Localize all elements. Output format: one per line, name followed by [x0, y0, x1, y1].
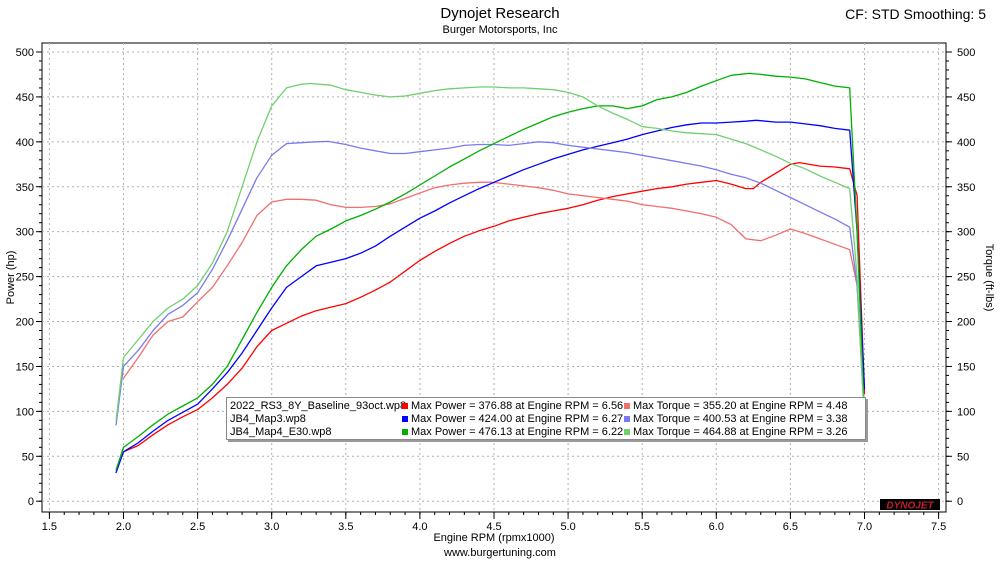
legend-file-name: JB4_Map4_E30.wp8 [230, 426, 332, 438]
y2-axis-label: Torque (ft-lbs) [983, 244, 995, 312]
legend-max-power: Max Power = 476.13 at Engine RPM = 6.22 [411, 426, 624, 438]
y2-tick-label: 450 [957, 92, 975, 104]
y-tick-label: 450 [16, 92, 34, 104]
x-tick-label: 1.5 [42, 521, 57, 533]
dynojet-logo: DYNOJET [880, 499, 940, 512]
y-axis-label: Power (hp) [5, 251, 17, 305]
legend-power-swatch [402, 429, 408, 435]
legend-max-torque: Max Torque = 400.53 at Engine RPM = 3.38 [633, 413, 848, 425]
y2-tick-label: 150 [957, 361, 975, 373]
legend-torque-swatch [624, 429, 630, 435]
y-tick-label: 200 [16, 317, 34, 329]
x-tick-label: 6.5 [783, 521, 798, 533]
y2-tick-label: 250 [957, 272, 975, 284]
y-tick-label: 150 [16, 361, 34, 373]
legend-file-name: 2022_RS3_8Y_Baseline_93oct.wp8 [230, 400, 407, 412]
x-tick-label: 5.0 [560, 521, 575, 533]
legend-power-swatch [402, 416, 408, 422]
y2-tick-label: 350 [957, 182, 975, 194]
x-tick-label: 2.0 [116, 521, 131, 533]
y-tick-label: 250 [16, 272, 34, 284]
x-axis-label: Engine RPM (rpmx1000) [433, 532, 554, 544]
legend-max-power: Max Power = 376.88 at Engine RPM = 6.56 [411, 400, 624, 412]
footer-url: www.burgertuning.com [444, 547, 556, 559]
y2-tick-label: 300 [957, 227, 975, 239]
legend-torque-swatch [624, 416, 630, 422]
legend: 2022_RS3_8Y_Baseline_93oct.wp8 Max Power… [226, 397, 866, 440]
legend-max-torque: Max Torque = 355.20 at Engine RPM = 4.48 [633, 400, 848, 412]
y-tick-label: 400 [16, 137, 34, 149]
y2-tick-label: 50 [957, 451, 969, 463]
x-tick-label: 7.0 [857, 521, 872, 533]
x-tick-label: 7.5 [931, 521, 946, 533]
logo-text: DYNOJET [886, 501, 934, 512]
y2-tick-label: 200 [957, 317, 975, 329]
x-tick-label: 6.0 [709, 521, 724, 533]
x-tick-label: 2.5 [190, 521, 205, 533]
legend-power-swatch [402, 403, 408, 409]
legend-file-name: JB4_Map3.wp8 [230, 413, 306, 425]
y-tick-label: 350 [16, 182, 34, 194]
legend-max-torque: Max Torque = 464.88 at Engine RPM = 3.26 [633, 426, 848, 438]
y2-tick-label: 500 [957, 47, 975, 59]
y2-tick-label: 400 [957, 137, 975, 149]
x-tick-label: 4.0 [412, 521, 427, 533]
legend-torque-swatch [624, 403, 630, 409]
legend-max-power: Max Power = 424.00 at Engine RPM = 6.27 [411, 413, 624, 425]
y-tick-label: 0 [28, 496, 34, 508]
x-tick-label: 3.5 [338, 521, 353, 533]
y-tick-label: 100 [16, 406, 34, 418]
x-tick-label: 5.5 [635, 521, 650, 533]
y-tick-label: 300 [16, 227, 34, 239]
dyno-chart: 0 0 50 50 100 100 150 150 200 200 250 250 300 300 350 3… [5, 42, 995, 544]
y-tick-label: 500 [16, 47, 34, 59]
y2-tick-label: 100 [957, 406, 975, 418]
y-tick-label: 50 [22, 451, 34, 463]
x-tick-label: 3.0 [264, 521, 279, 533]
y2-tick-label: 0 [957, 496, 963, 508]
